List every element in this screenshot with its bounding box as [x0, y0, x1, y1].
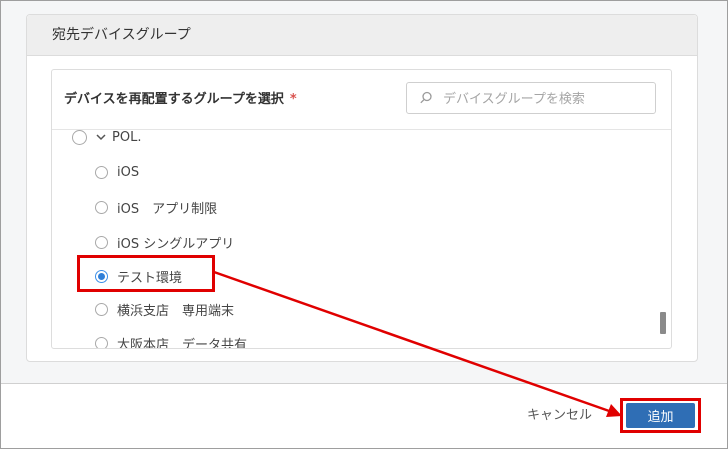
select-group-label: デバイスを再配置するグループを選択 *: [64, 88, 297, 107]
tree-item[interactable]: iOS: [95, 161, 139, 183]
tree-item[interactable]: iOS アプリ制限: [95, 196, 217, 218]
tree-item[interactable]: iOS シングルアプリ: [95, 231, 234, 253]
list-scrollbar[interactable]: [660, 312, 666, 334]
tree-item-label: 大阪本店 データ共有: [117, 337, 248, 349]
cancel-button[interactable]: キャンセル: [527, 404, 592, 423]
radio-button[interactable]: [95, 235, 108, 249]
tree-item-label: iOS シングルアプリ: [117, 236, 235, 252]
select-group-label-text: デバイスを再配置するグループを選択: [64, 92, 284, 107]
group-selector: デバイスを再配置するグループを選択 * POL. iOS: [51, 69, 672, 349]
radio-button[interactable]: [95, 302, 108, 316]
chevron-down-icon[interactable]: [96, 133, 106, 141]
tree-item-label: 横浜支店 専用端末: [117, 303, 235, 319]
required-mark: *: [289, 92, 297, 107]
radio-button[interactable]: [95, 336, 108, 348]
add-button[interactable]: 追加: [626, 403, 695, 428]
radio-button[interactable]: [95, 200, 108, 214]
group-tree-list: POL. iOS iOS アプリ制限 iOS シングルアプリ テスト環境 横浜支: [52, 129, 671, 349]
selector-header: デバイスを再配置するグループを選択 *: [52, 70, 671, 130]
dialog-footer: [1, 384, 727, 448]
tree-item-label: iOS: [117, 164, 140, 180]
radio-button[interactable]: [95, 165, 108, 179]
panel-title: 宛先デバイスグループ: [27, 15, 697, 56]
group-search-box[interactable]: [406, 82, 656, 114]
destination-group-panel: 宛先デバイスグループ デバイスを再配置するグループを選択 * POL.: [26, 14, 698, 362]
tree-item[interactable]: 横浜支店 専用端末: [95, 298, 234, 320]
tree-item-label: iOS アプリ制限: [117, 201, 218, 217]
search-icon: [420, 91, 432, 104]
group-search-input[interactable]: [441, 88, 650, 110]
tree-item[interactable]: 大阪本店 データ共有: [95, 332, 248, 349]
selection-highlight: [77, 255, 215, 292]
radio-button[interactable]: [72, 129, 87, 145]
tree-item-pol[interactable]: POL.: [72, 126, 141, 148]
tree-item-label: POL.: [112, 129, 142, 145]
